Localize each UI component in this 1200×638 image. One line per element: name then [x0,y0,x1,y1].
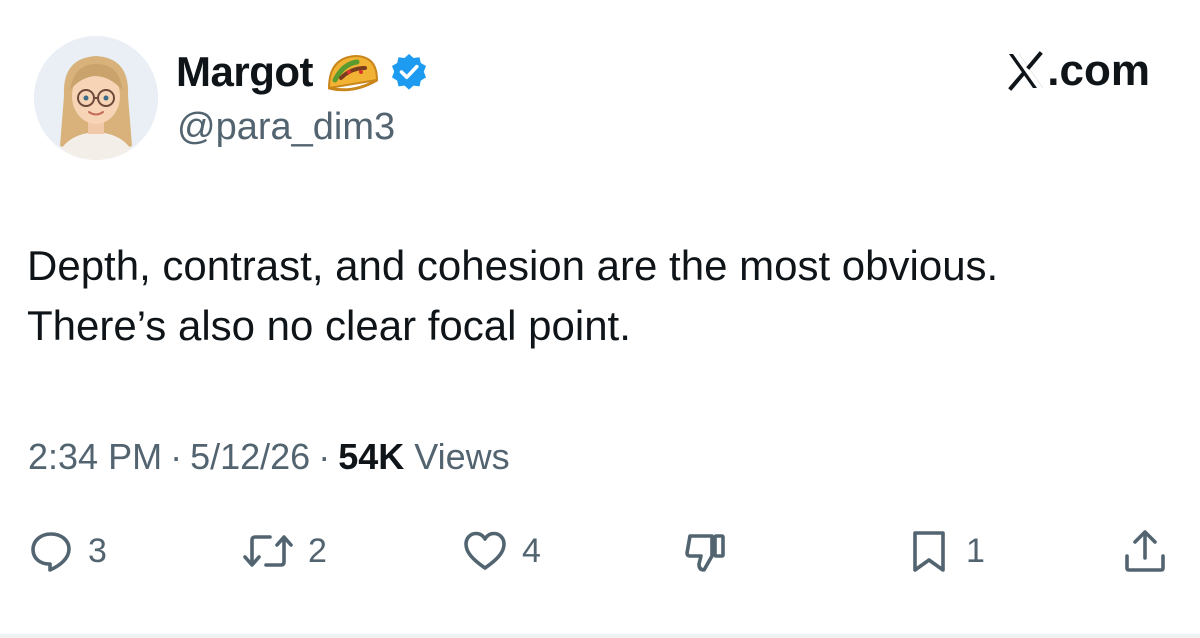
taco-icon [323,50,381,94]
source-domain: .com [1047,46,1150,95]
share-button[interactable] [1122,528,1168,574]
retweet-button[interactable]: 2 [242,528,327,574]
bookmark-count: 1 [966,531,985,570]
verified-badge-icon [389,52,429,92]
heart-icon [464,531,506,570]
source-label: .com [1006,46,1150,96]
meta-separator: · [318,436,331,477]
tweet-text-line: There’s also no clear focal point. [27,302,631,349]
tweet-meta: 2:34 PM · 5/12/26 · 54K Views [28,436,510,478]
thumbs-down-icon [685,534,725,572]
tweet-text-line: Depth, contrast, and cohesion are the mo… [27,242,999,289]
dislike-button[interactable] [682,528,728,574]
reply-button[interactable]: 3 [28,528,107,574]
action-bar: 3 2 4 1 [0,520,1200,590]
views-label: Views [414,436,510,477]
x-logo-icon [1008,51,1044,91]
tweet-date[interactable]: 5/12/26 [190,436,310,477]
author-display-name[interactable]: Margot [176,48,314,96]
meta-separator: · [170,436,183,477]
author-handle[interactable]: @para_dim3 [177,106,395,149]
divider [0,634,1200,638]
tweet-card: Margot @para_dim3 .com Depth, contrast, … [0,0,1200,638]
reply-icon [31,532,71,572]
author-name-row: Margot [176,46,429,98]
retweet-icon [243,535,293,567]
reply-count: 3 [88,531,107,570]
views-count[interactable]: 54K [338,436,404,477]
avatar[interactable] [34,36,158,160]
share-icon [1125,530,1165,572]
bookmark-button[interactable]: 1 [906,528,985,574]
retweet-count: 2 [308,531,327,570]
avatar-illustration [34,36,158,160]
tweet-time[interactable]: 2:34 PM [28,436,162,477]
bookmark-icon [913,531,945,572]
tweet-text: Depth, contrast, and cohesion are the mo… [27,236,1187,356]
like-count: 4 [522,531,541,570]
like-button[interactable]: 4 [462,528,541,574]
